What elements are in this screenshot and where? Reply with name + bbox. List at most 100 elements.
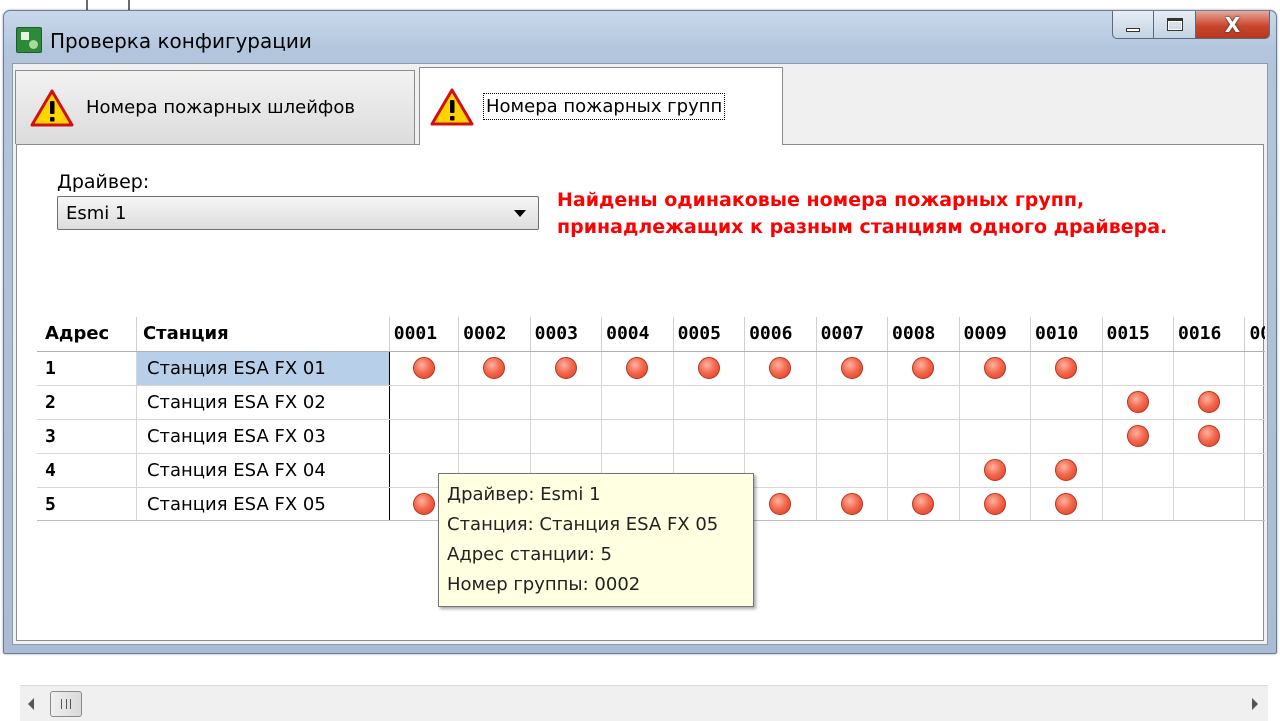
group-cell[interactable] <box>815 486 889 520</box>
group-cell[interactable] <box>388 384 460 420</box>
column-header-group[interactable]: 0010 <box>1030 317 1102 352</box>
column-header-group[interactable]: 0007 <box>815 317 888 352</box>
column-header-group[interactable]: 0001 <box>388 317 459 352</box>
group-cell[interactable] <box>1030 350 1103 386</box>
group-cell[interactable] <box>815 384 889 420</box>
column-header-group[interactable]: 0016 <box>1172 317 1245 352</box>
group-cell[interactable] <box>1030 418 1103 454</box>
column-header-address[interactable]: Адрес <box>37 317 137 352</box>
station-name-cell[interactable]: Станция ESA FX 02 <box>135 384 390 420</box>
group-cell[interactable] <box>1244 384 1265 420</box>
group-cell[interactable] <box>1172 384 1246 420</box>
column-header-group[interactable]: 0006 <box>744 317 817 352</box>
column-header-group[interactable]: 0009 <box>958 317 1031 352</box>
group-cell[interactable] <box>1101 452 1174 488</box>
group-cell[interactable] <box>744 350 817 386</box>
driver-dropdown[interactable]: Esmi 1 <box>57 196 539 230</box>
group-cell[interactable] <box>529 418 603 454</box>
station-address-cell: 5 <box>37 486 137 520</box>
group-cell[interactable] <box>958 350 1032 386</box>
column-header-group[interactable]: 0008 <box>887 317 960 352</box>
table-row[interactable]: 3 Станция ESA FX 03 <box>37 418 1265 454</box>
tooltip-driver: Драйвер: Esmi 1 <box>447 484 601 505</box>
window-title: Проверка конфигурации <box>50 29 312 53</box>
group-cell[interactable] <box>815 350 889 386</box>
group-cell[interactable] <box>887 350 960 386</box>
warning-line: принадлежащих к разным станциям одного д… <box>557 216 1168 238</box>
conflict-dot-icon <box>840 493 863 515</box>
group-cell[interactable] <box>958 384 1032 420</box>
table-row[interactable]: 2 Станция ESA FX 02 <box>37 384 1265 420</box>
group-cell[interactable] <box>1172 418 1246 454</box>
group-cell[interactable] <box>958 452 1032 488</box>
column-header-group[interactable]: 0017 <box>1244 317 1265 352</box>
group-cell[interactable] <box>601 384 674 420</box>
group-cell[interactable] <box>887 418 960 454</box>
group-cell[interactable] <box>1244 350 1265 386</box>
group-cell[interactable] <box>1030 486 1103 520</box>
group-cell[interactable] <box>388 350 460 386</box>
group-cell[interactable] <box>887 452 960 488</box>
station-address-cell: 4 <box>37 452 137 488</box>
horizontal-scrollbar[interactable] <box>20 685 1268 721</box>
tab-fire-groups[interactable]: Номера пожарных групп <box>419 67 783 145</box>
table-row[interactable]: 1 Станция ESA FX 01 <box>37 350 1265 386</box>
group-cell[interactable] <box>1244 418 1265 454</box>
group-cell[interactable] <box>672 384 746 420</box>
conflict-dot-icon <box>1126 425 1149 447</box>
group-cell[interactable] <box>744 384 817 420</box>
group-cell[interactable] <box>1172 452 1246 488</box>
group-cell[interactable] <box>1172 486 1246 520</box>
column-header-group[interactable]: 0005 <box>672 317 745 352</box>
group-cell[interactable] <box>1172 350 1246 386</box>
group-cell[interactable] <box>458 418 531 454</box>
title-bar[interactable]: Проверка конфигурации X <box>4 11 1276 63</box>
station-name-cell[interactable]: Станция ESA FX 01 <box>135 350 390 386</box>
group-cell[interactable] <box>529 384 603 420</box>
column-header-station[interactable]: Станция <box>135 317 390 352</box>
group-cell[interactable] <box>601 350 674 386</box>
group-cell[interactable] <box>672 418 746 454</box>
group-cell[interactable] <box>887 486 960 520</box>
group-cell[interactable] <box>1101 418 1174 454</box>
group-cell[interactable] <box>744 486 817 520</box>
group-cell[interactable] <box>958 418 1032 454</box>
group-cell[interactable] <box>815 418 889 454</box>
station-name-cell[interactable]: Станция ESA FX 05 <box>135 486 390 520</box>
maximize-icon <box>1166 18 1183 31</box>
group-cell[interactable] <box>1244 486 1265 520</box>
group-cell[interactable] <box>815 452 889 488</box>
group-cell[interactable] <box>458 384 531 420</box>
group-cell[interactable] <box>458 350 531 386</box>
column-header-group[interactable]: 0002 <box>458 317 531 352</box>
station-name-cell[interactable]: Станция ESA FX 04 <box>135 452 390 488</box>
close-button[interactable]: X <box>1196 11 1270 39</box>
group-cell[interactable] <box>1101 486 1174 520</box>
group-cell[interactable] <box>958 486 1032 520</box>
group-cell[interactable] <box>601 418 674 454</box>
group-cell[interactable] <box>1101 384 1174 420</box>
group-cell[interactable] <box>388 418 460 454</box>
group-cell[interactable] <box>1101 350 1174 386</box>
maximize-button[interactable] <box>1154 11 1196 39</box>
conflict-dot-icon <box>1198 391 1221 413</box>
conflict-dot-icon <box>983 357 1006 379</box>
station-address-cell: 2 <box>37 384 137 420</box>
group-cell[interactable] <box>672 350 746 386</box>
scroll-thumb[interactable] <box>50 691 82 717</box>
tab-fire-loops[interactable]: Номера пожарных шлейфов <box>15 70 415 144</box>
group-cell[interactable] <box>744 418 817 454</box>
scroll-right-icon[interactable] <box>1252 698 1258 710</box>
station-name-cell[interactable]: Станция ESA FX 03 <box>135 418 390 454</box>
group-cell[interactable] <box>1030 452 1103 488</box>
group-cell[interactable] <box>1030 384 1103 420</box>
group-cell[interactable] <box>1244 452 1265 488</box>
group-cell[interactable] <box>744 452 817 488</box>
column-header-group[interactable]: 0004 <box>601 317 674 352</box>
group-cell[interactable] <box>887 384 960 420</box>
column-header-group[interactable]: 0003 <box>529 317 602 352</box>
scroll-left-icon[interactable] <box>28 698 34 710</box>
minimize-button[interactable] <box>1112 11 1154 39</box>
group-cell[interactable] <box>529 350 603 386</box>
column-header-group[interactable]: 0015 <box>1101 317 1174 352</box>
